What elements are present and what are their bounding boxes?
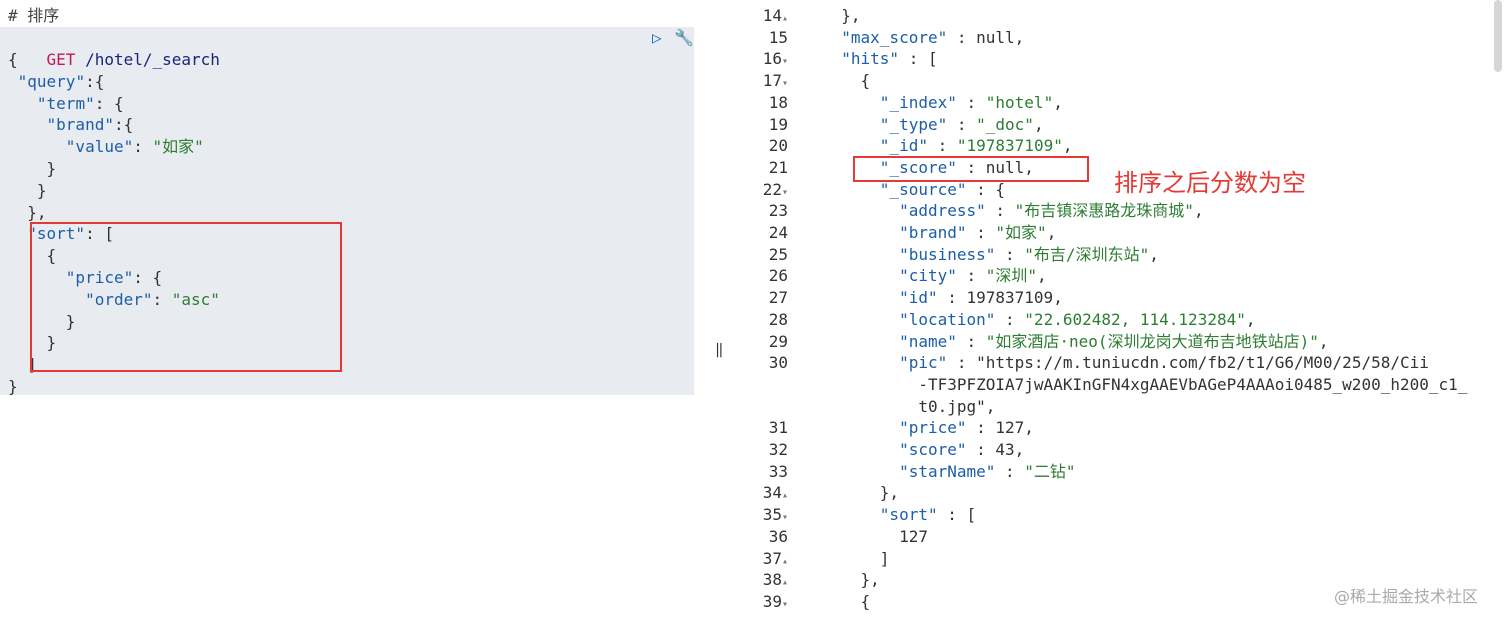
request-line[interactable]: GET /hotel/_search [8, 27, 220, 69]
line-number: 17▾ [762, 71, 788, 91]
fold-toggle-icon[interactable]: ▴ [782, 13, 788, 24]
request-body-line[interactable]: { [8, 49, 18, 71]
response-line: "_type" : "_doc", [879, 114, 1044, 134]
line-number: 26 [768, 266, 788, 286]
response-line: 127 [822, 526, 928, 546]
line-number: 21 [768, 157, 788, 177]
request-body-line[interactable]: } [8, 158, 57, 180]
line-number: 38▴ [762, 570, 788, 590]
request-body-line[interactable]: "term": { [8, 93, 124, 115]
response-line: ] [822, 548, 890, 568]
annotation-text: 排序之后分数为空 [1114, 169, 1306, 197]
line-number: 29 [768, 331, 788, 351]
fold-toggle-icon[interactable]: ▴ [782, 490, 788, 501]
line-number: 28 [768, 309, 788, 329]
response-line: }, [822, 570, 880, 590]
line-number [728, 396, 788, 418]
pane-divider[interactable] [712, 0, 728, 620]
line-number: 23 [768, 201, 788, 221]
fold-toggle-icon[interactable]: ▾ [782, 187, 788, 198]
line-number: 32 [768, 440, 788, 459]
line-number: 39▾ [762, 591, 788, 611]
line-number: 20 [768, 136, 788, 156]
response-line: }, [822, 6, 861, 25]
line-number: 35▾ [762, 505, 788, 525]
fold-toggle-icon[interactable]: ▾ [782, 78, 788, 89]
request-comment: # 排序 [8, 6, 60, 25]
response-line: "location" : "22.602482, 114.123284", [899, 309, 1256, 329]
play-icon[interactable]: ▷ [652, 28, 668, 47]
request-body-line[interactable]: } [8, 376, 18, 398]
request-body-line[interactable]: }, [8, 202, 46, 224]
response-line: "starName" : "二钻" [899, 461, 1076, 481]
response-line: "address" : "布吉镇深惠路龙珠商城", [899, 201, 1204, 221]
response-scrollbar[interactable] [1494, 0, 1502, 72]
line-number: 19 [768, 114, 788, 134]
line-number: 15 [768, 27, 788, 47]
line-number: 30 [768, 353, 788, 373]
line-number: 33 [768, 461, 788, 481]
request-body-line[interactable]: "query":{ [8, 71, 105, 93]
line-number: 14▴ [762, 6, 788, 25]
response-line: "hits" : [ [841, 49, 938, 69]
response-line: "score" : 43, [899, 440, 1025, 459]
fold-toggle-icon[interactable]: ▴ [782, 556, 788, 567]
response-line: { [822, 591, 871, 611]
response-line: -TF3PFZOIA7jwAAKInGFN4xgAAEVbAGeP4AAAoi0… [822, 374, 1468, 394]
request-body-line[interactable]: "brand":{ [8, 114, 134, 136]
divider-handle-icon[interactable]: ‖ [715, 342, 723, 358]
line-number: 37▴ [762, 548, 788, 568]
response-line: "_id" : "197837109", [879, 136, 1073, 156]
score-highlight-box [853, 156, 1089, 182]
request-editor-pane[interactable]: # 排序 GET /hotel/_search ▷ 🔧 { "query":{ … [0, 0, 712, 620]
line-number: 27 [768, 288, 788, 308]
fold-toggle-icon[interactable]: ▾ [782, 599, 788, 610]
response-line: { [822, 71, 871, 91]
response-line: "max_score" : null, [841, 27, 1025, 47]
response-line: "city" : "深圳", [899, 266, 1047, 286]
request-path: /hotel/_search [85, 50, 220, 69]
line-number: 25 [768, 244, 788, 264]
response-line: "sort" : [ [879, 505, 977, 525]
line-number: 34▴ [762, 483, 788, 503]
response-line: "business" : "布吉/深圳东站", [899, 244, 1159, 264]
line-number: 16▾ [762, 49, 788, 69]
line-number: 22▾ [762, 179, 788, 199]
line-number: 18 [768, 92, 788, 112]
line-number: 24 [768, 223, 788, 242]
fold-toggle-icon[interactable]: ▴ [782, 577, 788, 588]
response-line: "id" : 197837109, [899, 288, 1063, 308]
sort-highlight-box [30, 222, 342, 372]
request-method: GET [46, 50, 76, 69]
response-line: "price" : 127, [899, 418, 1034, 438]
response-line: "brand" : "如家", [899, 223, 1057, 242]
wrench-icon[interactable]: 🔧 [674, 28, 694, 48]
line-number [728, 374, 788, 396]
line-number: 36 [768, 526, 788, 546]
line-number-gutter: 14▴ 15 16▾ 17▾ 18 19 20 21 22▾ 23 24 25 26 27 28 29 30 31… [728, 0, 798, 620]
request-body-line[interactable]: } [8, 180, 47, 202]
request-body-line[interactable]: "value": "如家" [8, 136, 204, 158]
response-line: "name" : "如家酒店·neo(深圳龙岗大道布吉地铁站店)", [899, 331, 1329, 351]
watermark: @稀土掘金技术社区 [1334, 587, 1479, 606]
response-line: }, [822, 483, 900, 503]
fold-toggle-icon[interactable]: ▾ [782, 512, 788, 523]
response-line: t0.jpg", [822, 396, 996, 416]
fold-toggle-icon[interactable]: ▾ [782, 56, 788, 67]
line-number: 31 [768, 418, 788, 438]
response-line: "_index" : "hotel", [879, 92, 1063, 112]
response-line: "pic" : "https://m.tuniucdn.com/fb2/t1/G… [899, 353, 1429, 373]
